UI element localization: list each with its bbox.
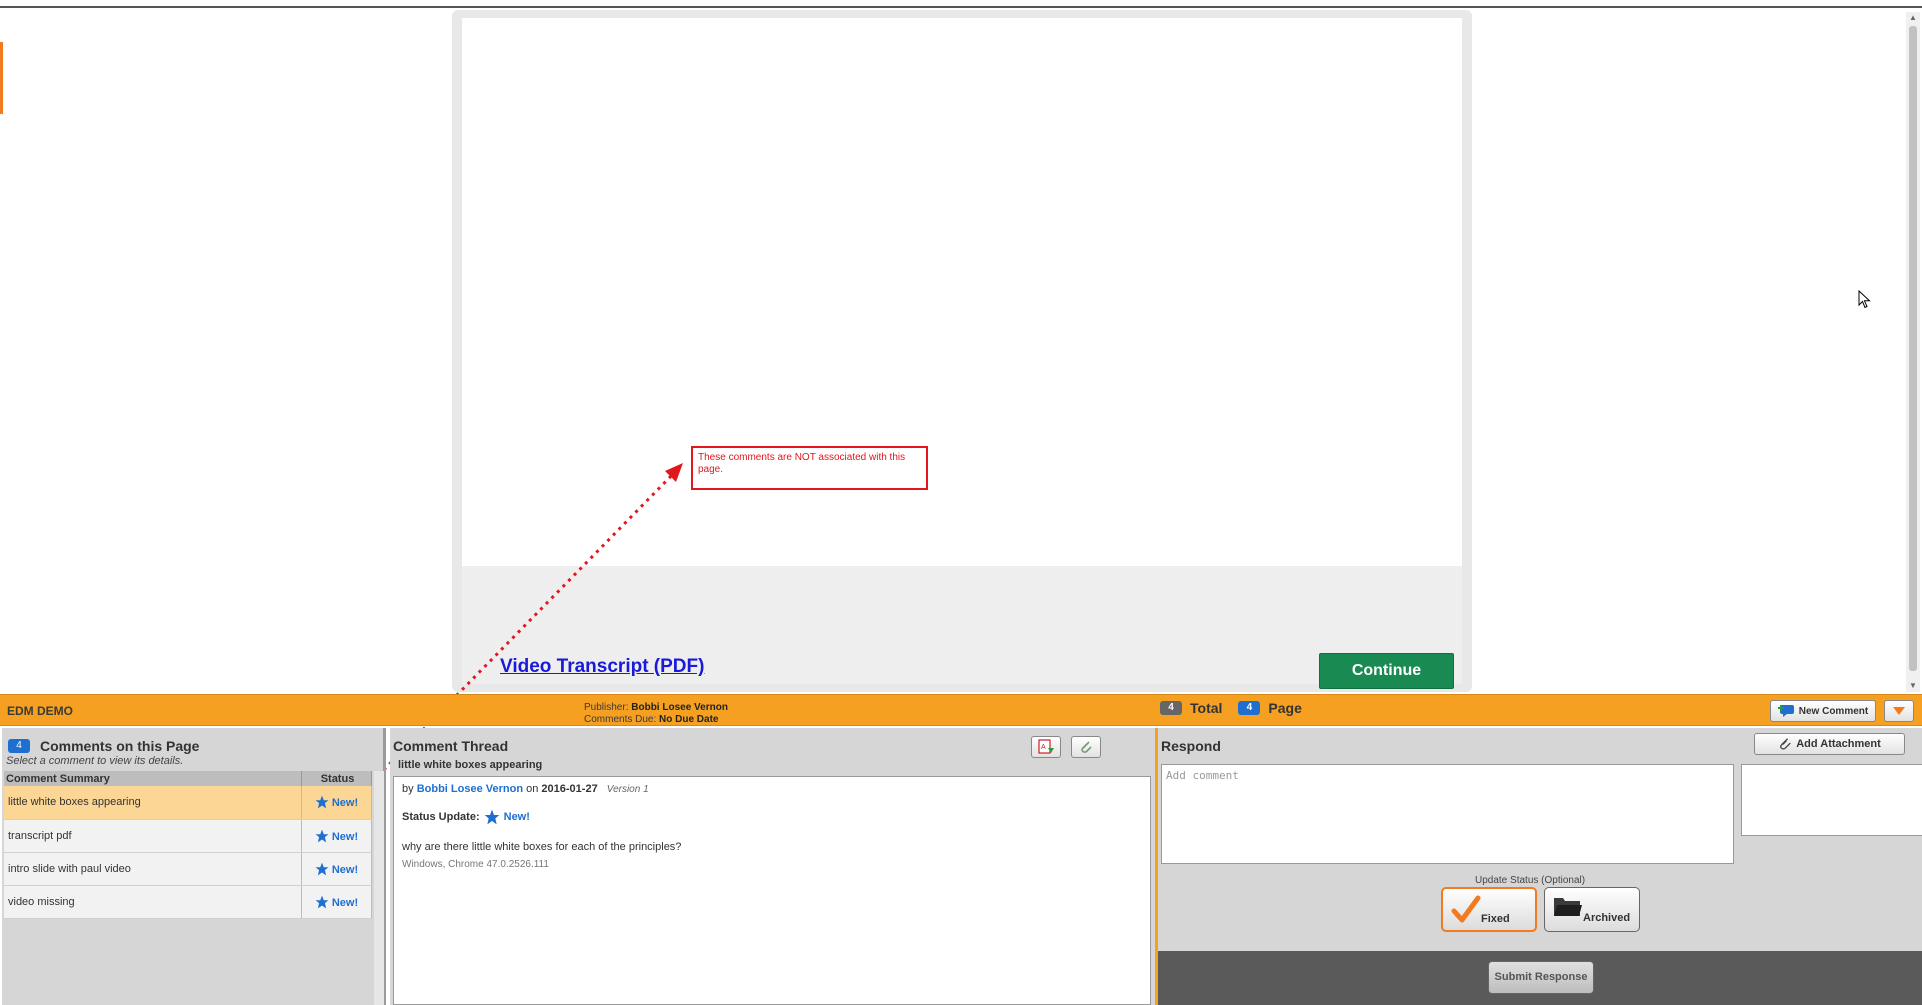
comment-status[interactable]: New! <box>301 786 372 820</box>
status-update-label: Status Update: <box>402 811 480 823</box>
comment-status[interactable]: New! <box>301 852 372 886</box>
by-label: by <box>402 783 414 795</box>
status-update: Status Update: New! <box>402 809 1142 825</box>
comment-status[interactable]: New! <box>301 819 372 853</box>
comment-summary[interactable]: intro slide with paul video <box>4 852 302 886</box>
comment-author[interactable]: Bobbi Losee Vernon <box>417 783 523 795</box>
attachment-list <box>1741 764 1922 836</box>
page-comments-count-badge: 4 <box>8 739 30 753</box>
mouse-cursor-icon <box>1858 290 1871 309</box>
status-update-value: New! <box>503 811 530 823</box>
status-text: New! <box>331 797 359 810</box>
star-icon <box>484 809 499 825</box>
column-header-status[interactable]: Status <box>301 771 372 786</box>
comment-thread-body: by Bobbi Losee Vernon on 2016-01-27 Vers… <box>393 776 1151 1005</box>
archived-status-button[interactable]: Archived <box>1544 887 1640 932</box>
paperclip-icon <box>1780 738 1791 750</box>
fixed-status-button[interactable]: Fixed <box>1441 887 1537 932</box>
page-scrollbar[interactable]: ▲ ▼ <box>1906 12 1920 692</box>
table-row[interactable]: little white boxes appearing New! <box>4 786 372 820</box>
comment-text: why are there little white boxes for eac… <box>402 841 682 853</box>
comments-list-scrollbar[interactable] <box>374 771 384 1005</box>
table-row[interactable]: intro slide with paul video New! <box>4 852 372 886</box>
comments-table: Comment Summary Status little white boxe… <box>4 771 372 919</box>
publisher-label: Publisher: <box>584 702 629 713</box>
due-label: Comments Due: <box>584 714 657 725</box>
publisher-name: Bobbi Losee Vernon <box>631 702 728 713</box>
submit-response-button[interactable]: Submit Response <box>1488 961 1594 994</box>
add-attachment-label: Add Attachment <box>1796 738 1881 750</box>
comment-counts: 4 Total 4 Page <box>1160 700 1302 716</box>
course-content-frame: Video Transcript (PDF) Continue <box>452 10 1472 692</box>
new-comment-button[interactable]: New Comment <box>1770 700 1876 722</box>
review-toolbar: EDM DEMO Publisher: Bobbi Losee Vernon C… <box>0 694 1922 726</box>
table-row[interactable]: video missing New! <box>4 885 372 919</box>
continue-button[interactable]: Continue <box>1319 653 1454 689</box>
table-row[interactable]: transcript pdf New! <box>4 819 372 853</box>
video-transcript-link[interactable]: Video Transcript (PDF) <box>500 656 704 678</box>
scroll-down-arrow-icon[interactable]: ▼ <box>1908 681 1918 691</box>
comments-list-hint: Select a comment to view its details. <box>6 755 184 767</box>
submit-area: Submit Response <box>1158 951 1922 1005</box>
comment-date: 2016-01-27 <box>541 783 598 795</box>
pdf-export-button[interactable]: A <box>1031 736 1061 758</box>
status-text: New! <box>331 830 359 843</box>
view-attachments-button[interactable] <box>1071 736 1101 758</box>
comment-summary[interactable]: little white boxes appearing <box>4 786 302 820</box>
comments-list-panel: 4 Comments on this Page Select a comment… <box>2 728 386 1005</box>
on-label: on <box>526 783 539 795</box>
add-comment-input[interactable] <box>1161 764 1734 864</box>
star-icon <box>315 862 329 875</box>
respond-title: Respond <box>1161 738 1221 754</box>
left-accent-bar <box>0 42 3 114</box>
column-header-summary[interactable]: Comment Summary <box>4 771 302 786</box>
top-border <box>0 0 1922 8</box>
folder-icon <box>1554 898 1582 916</box>
scroll-up-arrow-icon[interactable]: ▲ <box>1908 13 1918 23</box>
app-title: EDM DEMO <box>7 704 73 718</box>
comment-meta: by Bobbi Losee Vernon on 2016-01-27 Vers… <box>402 783 1142 795</box>
star-icon <box>315 795 329 809</box>
triangle-down-icon <box>1893 707 1905 715</box>
comments-list-title: Comments on this Page <box>40 738 200 754</box>
collapse-panel-button[interactable] <box>1884 700 1914 722</box>
update-status-label: Update Status (Optional) <box>1475 875 1586 886</box>
comment-thread-subject: little white boxes appearing <box>398 759 543 771</box>
total-label: Total <box>1190 700 1223 716</box>
annotation-note: These comments are NOT associated with t… <box>691 446 928 490</box>
page-label: Page <box>1268 700 1302 716</box>
new-comment-icon <box>1777 705 1794 717</box>
content-footer: Video Transcript (PDF) Continue <box>462 566 1462 689</box>
comment-thread-title: Comment Thread <box>393 738 509 754</box>
comment-thread-panel: Comment Thread little white boxes appear… <box>390 728 1155 1005</box>
star-icon <box>315 829 329 842</box>
scroll-thumb[interactable] <box>1909 26 1917 671</box>
publisher-info: Publisher: Bobbi Losee Vernon Comments D… <box>584 702 728 726</box>
respond-panel: Respond Add Attachment Update Status (Op… <box>1155 728 1922 1005</box>
comment-status[interactable]: New! <box>301 885 372 919</box>
checkmark-icon <box>1451 895 1481 923</box>
content-area <box>462 18 1462 566</box>
status-text: New! <box>331 896 359 909</box>
svg-text:A: A <box>1041 744 1046 751</box>
new-comment-label: New Comment <box>1798 705 1869 717</box>
page-count-badge: 4 <box>1238 701 1261 715</box>
star-icon <box>315 895 329 908</box>
comment-version: Version 1 <box>606 784 649 795</box>
total-count-badge: 4 <box>1160 701 1182 715</box>
fixed-label: Fixed <box>1481 913 1510 925</box>
due-value: No Due Date <box>659 714 719 725</box>
comment-environment: Windows, Chrome 47.0.2526.111 <box>402 859 549 870</box>
status-text: New! <box>331 863 359 876</box>
archived-label: Archived <box>1583 912 1631 924</box>
add-attachment-button[interactable]: Add Attachment <box>1754 733 1905 755</box>
comment-summary[interactable]: video missing <box>4 885 302 919</box>
comment-summary[interactable]: transcript pdf <box>4 819 302 853</box>
pdf-export-icon: A <box>1038 739 1054 754</box>
attachment-icon <box>1081 741 1092 753</box>
comments-list-header: 4 Comments on this Page <box>8 738 199 754</box>
